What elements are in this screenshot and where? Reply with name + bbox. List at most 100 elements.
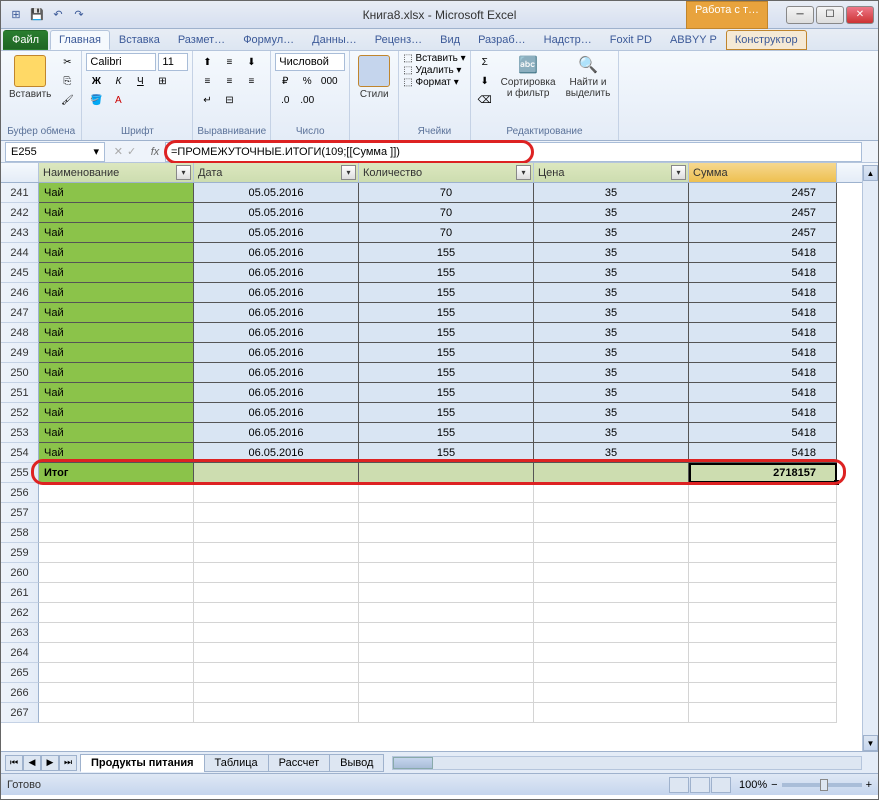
row-header[interactable]: 244: [1, 243, 39, 263]
zoom-thumb[interactable]: [820, 779, 828, 791]
cell[interactable]: 35: [534, 363, 689, 383]
number-format-combo[interactable]: Числовой: [275, 53, 345, 71]
cell[interactable]: 06.05.2016: [194, 343, 359, 363]
col-header-price[interactable]: Цена▾: [534, 163, 689, 182]
cell[interactable]: 06.05.2016: [194, 323, 359, 343]
cell[interactable]: 5418: [689, 263, 837, 283]
cell[interactable]: [534, 623, 689, 643]
row-header[interactable]: 256: [1, 483, 39, 503]
tab-abbyy[interactable]: ABBYY P: [661, 30, 726, 50]
cell[interactable]: [534, 483, 689, 503]
row-header[interactable]: 261: [1, 583, 39, 603]
font-size-combo[interactable]: 11: [158, 53, 188, 71]
copy-icon[interactable]: ⎘: [57, 72, 77, 90]
cell[interactable]: [194, 503, 359, 523]
cell[interactable]: 06.05.2016: [194, 283, 359, 303]
delete-cells-button[interactable]: ⬚ Удалить ▾: [403, 65, 461, 76]
cell[interactable]: [689, 583, 837, 603]
fx-icon[interactable]: fx: [145, 146, 165, 158]
cell[interactable]: [689, 623, 837, 643]
cell[interactable]: [534, 603, 689, 623]
sheet-nav-next[interactable]: ▶: [41, 755, 59, 771]
tab-layout[interactable]: Размет…: [169, 30, 234, 50]
cell[interactable]: 05.05.2016: [194, 223, 359, 243]
align-left-icon[interactable]: ≡: [197, 72, 217, 90]
cell[interactable]: 155: [359, 443, 534, 463]
cell[interactable]: 5418: [689, 343, 837, 363]
cell[interactable]: [39, 503, 194, 523]
tab-data[interactable]: Данны…: [303, 30, 366, 50]
row-header[interactable]: 249: [1, 343, 39, 363]
cell[interactable]: 05.05.2016: [194, 183, 359, 203]
minimize-button[interactable]: ─: [786, 6, 814, 24]
cell[interactable]: Чай: [39, 343, 194, 363]
scroll-track[interactable]: [863, 181, 878, 735]
cell[interactable]: [39, 683, 194, 703]
row-header[interactable]: 246: [1, 283, 39, 303]
maximize-button[interactable]: ☐: [816, 6, 844, 24]
cell[interactable]: [359, 463, 534, 483]
row-header[interactable]: 264: [1, 643, 39, 663]
name-box[interactable]: E255 ▾: [5, 142, 105, 162]
select-all-button[interactable]: [1, 163, 39, 182]
cell[interactable]: 5418: [689, 243, 837, 263]
border-button[interactable]: ⊞: [152, 72, 172, 90]
cell[interactable]: [689, 523, 837, 543]
align-right-icon[interactable]: ≡: [241, 72, 261, 90]
cell[interactable]: 35: [534, 283, 689, 303]
vertical-scrollbar[interactable]: ▲ ▼: [862, 165, 878, 751]
cell[interactable]: Чай: [39, 363, 194, 383]
cell[interactable]: [534, 643, 689, 663]
cell[interactable]: 70: [359, 183, 534, 203]
view-page-layout-button[interactable]: [690, 777, 710, 793]
col-header-qty[interactable]: Количество▾: [359, 163, 534, 182]
merge-icon[interactable]: ⊟: [219, 91, 239, 109]
paste-button[interactable]: Вставить: [5, 53, 55, 102]
cell[interactable]: Чай: [39, 303, 194, 323]
cell[interactable]: [359, 683, 534, 703]
row-header[interactable]: 263: [1, 623, 39, 643]
tab-dev[interactable]: Разраб…: [469, 30, 535, 50]
cell[interactable]: [359, 583, 534, 603]
tab-foxit[interactable]: Foxit PD: [601, 30, 661, 50]
cell[interactable]: [194, 463, 359, 483]
tab-file[interactable]: Файл: [3, 30, 48, 50]
cell[interactable]: [39, 703, 194, 723]
tab-addins[interactable]: Надстр…: [535, 30, 601, 50]
cell[interactable]: [39, 663, 194, 683]
tab-view[interactable]: Вид: [431, 30, 469, 50]
underline-button[interactable]: Ч: [130, 72, 150, 90]
align-bot-icon[interactable]: ⬇: [241, 53, 261, 71]
row-header[interactable]: 259: [1, 543, 39, 563]
cell[interactable]: 5418: [689, 443, 837, 463]
cell[interactable]: Чай: [39, 383, 194, 403]
cell[interactable]: [39, 543, 194, 563]
row-header[interactable]: 250: [1, 363, 39, 383]
excel-icon[interactable]: ⊞: [7, 6, 25, 24]
find-select-button[interactable]: 🔍 Найти и выделить: [562, 53, 615, 101]
cell[interactable]: [534, 703, 689, 723]
cell[interactable]: [194, 523, 359, 543]
cell[interactable]: [39, 483, 194, 503]
cell[interactable]: [689, 663, 837, 683]
cell[interactable]: [39, 603, 194, 623]
row-header[interactable]: 262: [1, 603, 39, 623]
cell[interactable]: Чай: [39, 403, 194, 423]
cell[interactable]: 70: [359, 223, 534, 243]
col-header-sum[interactable]: Сумма: [689, 163, 837, 182]
cell[interactable]: 05.05.2016: [194, 203, 359, 223]
fill-color-button[interactable]: 🪣: [86, 91, 106, 109]
fill-icon[interactable]: ⬇: [475, 72, 495, 90]
cell[interactable]: [359, 663, 534, 683]
cell[interactable]: 35: [534, 303, 689, 323]
row-header[interactable]: 255: [1, 463, 39, 483]
font-color-button[interactable]: A: [108, 91, 128, 109]
cell[interactable]: 5418: [689, 363, 837, 383]
zoom-out-button[interactable]: −: [771, 779, 777, 791]
cell[interactable]: 155: [359, 303, 534, 323]
cell[interactable]: Чай: [39, 423, 194, 443]
save-icon[interactable]: 💾: [28, 6, 46, 24]
cell[interactable]: 155: [359, 283, 534, 303]
cell[interactable]: [534, 583, 689, 603]
cell[interactable]: [534, 563, 689, 583]
